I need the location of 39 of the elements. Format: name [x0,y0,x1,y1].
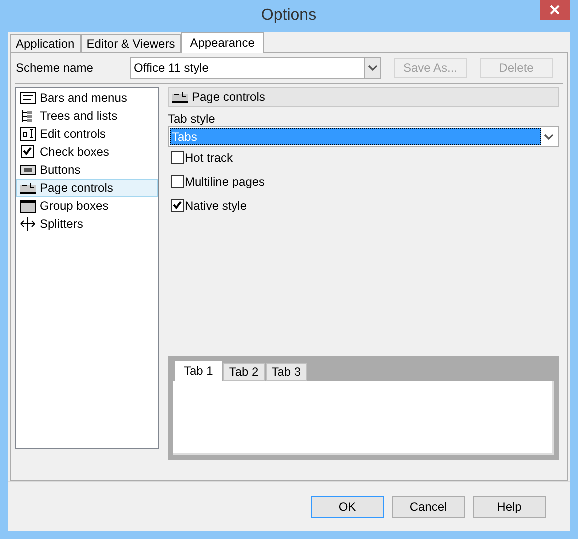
checkbox[interactable] [171,199,184,212]
scheme-dropdown[interactable]: Office 11 style [130,57,381,79]
dialog-button[interactable]: Cancel [392,496,465,518]
tab[interactable]: Appearance [181,32,264,53]
close-icon [550,5,560,15]
checkbox[interactable] [171,151,184,164]
tab[interactable]: Application [10,34,81,52]
window-title: Options [261,6,317,26]
dialog-button[interactable]: OK [311,496,384,518]
category-item[interactable]: Edit controls [16,125,158,143]
category-item[interactable]: Buttons [16,161,158,179]
tab-page-icon [172,90,188,104]
checkbox-icon [20,145,36,159]
preview-tab[interactable]: Tab 1 [175,361,222,381]
group-box-icon [20,199,36,213]
category-item[interactable]: Splitters [16,215,158,233]
section-header: Page controls [168,87,559,107]
option-label: Native style [185,198,248,214]
ok-button-icon [20,163,36,177]
category-item[interactable]: Group boxes [16,197,158,215]
tab-page-icon [20,181,36,195]
splitter-icon [20,217,36,231]
option-label: Hot track [185,150,234,166]
checkbox[interactable] [171,175,184,188]
category-item[interactable]: Trees and lists [16,107,158,125]
tab[interactable]: Editor & Viewers [80,34,182,52]
dialog-button[interactable]: Help [473,496,546,518]
preview-tab[interactable]: Tab 2 [223,363,265,381]
scheme-label: Scheme name [15,60,94,77]
menu-bar-icon [20,91,36,105]
category-item[interactable]: Bars and menus [16,89,158,107]
check-icon [173,201,182,210]
category-item[interactable]: Check boxes [16,143,158,161]
preview-tab[interactable]: Tab 3 [266,363,308,381]
category-item[interactable]: Page controls [16,179,158,197]
option-label: Multiline pages [185,174,266,190]
text-field-icon [20,127,36,141]
close-button[interactable] [540,0,570,20]
tab-style-label: Tab style [168,111,216,126]
